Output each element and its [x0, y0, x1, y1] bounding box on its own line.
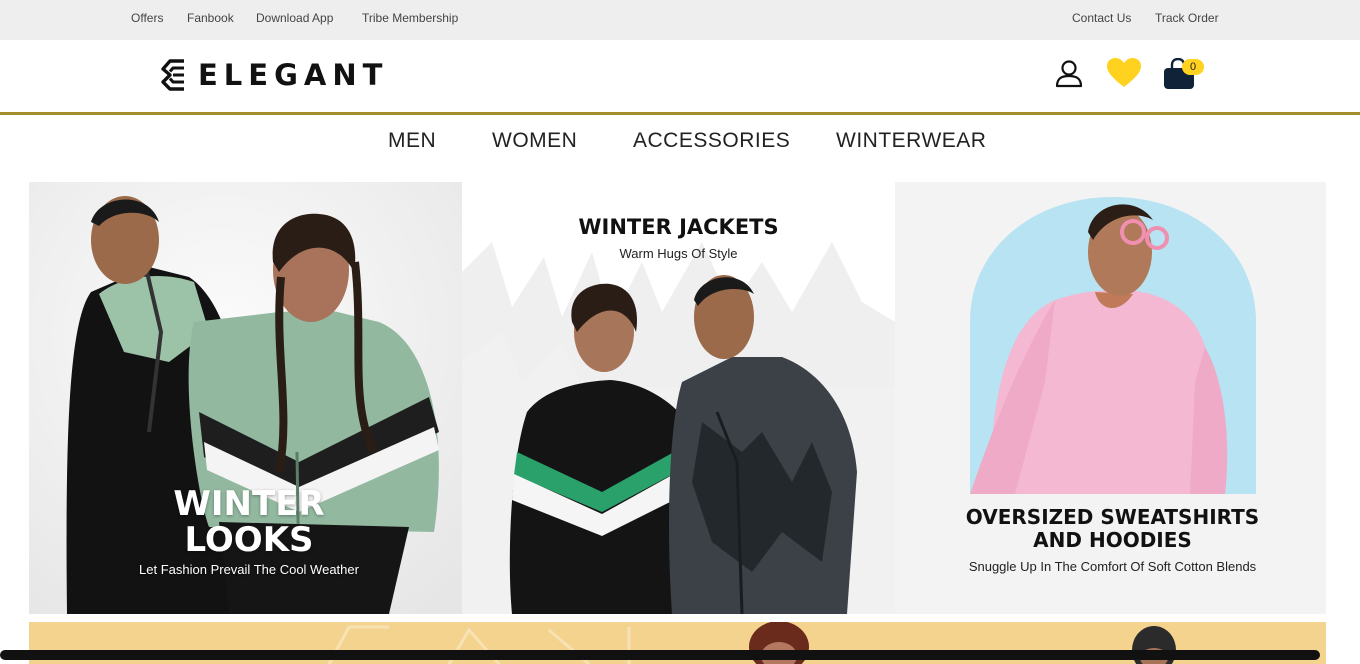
- winter-jackets-subtitle: Warm Hugs Of Style: [619, 246, 738, 261]
- download-app-link[interactable]: Download App: [256, 11, 333, 25]
- oversized-sweatshirts-title: OVERSIZED SWEATSHIRTS AND HOODIES: [895, 506, 1326, 552]
- fanbook-link[interactable]: Fanbook: [187, 11, 234, 25]
- logo-mark-icon: [161, 59, 184, 91]
- site-header: ELEGANT: [0, 40, 1360, 115]
- track-order-link[interactable]: Track Order: [1155, 11, 1219, 25]
- logo-wordmark: ELEGANT: [198, 58, 389, 92]
- heart-icon[interactable]: [1106, 57, 1142, 89]
- oversized-sweatshirts-title-line1: OVERSIZED SWEATSHIRTS: [965, 505, 1260, 529]
- nav-item-men[interactable]: MEN: [388, 129, 436, 153]
- oversized-sweatshirts-subtitle: Snuggle Up In The Comfort Of Soft Cotton…: [968, 559, 1257, 574]
- winter-jackets-title: WINTER JACKETS: [578, 215, 779, 239]
- winter-looks-subtitle: Let Fashion Prevail The Cool Weather: [139, 562, 359, 577]
- top-utility-bar: Offers Fanbook Download App Tribe Member…: [0, 0, 1360, 40]
- banner-winter-jackets[interactable]: WINTER JACKETS Warm Hugs Of Style: [462, 182, 895, 614]
- horizontal-scrollbar[interactable]: [0, 650, 1320, 660]
- nav-item-accessories[interactable]: ACCESSORIES: [633, 129, 790, 153]
- main-navigation: MEN WOMEN ACCESSORIES WINTERWEAR: [0, 118, 1360, 164]
- nav-item-winterwear[interactable]: WINTERWEAR: [836, 129, 986, 153]
- user-icon[interactable]: [1055, 59, 1083, 89]
- winter-looks-title: WINTER LOOKS: [29, 486, 462, 558]
- winter-looks-title-line1: WINTER: [173, 484, 325, 524]
- nav-item-women[interactable]: WOMEN: [492, 129, 577, 153]
- banner-oversized-sweatshirts[interactable]: OVERSIZED SWEATSHIRTS AND HOODIES Snuggl…: [895, 182, 1326, 614]
- oversized-sweatshirts-title-line2: AND HOODIES: [1033, 528, 1192, 552]
- winter-looks-title-line2: LOOKS: [184, 520, 314, 560]
- banner-winter-looks[interactable]: WINTER LOOKS Let Fashion Prevail The Coo…: [29, 182, 462, 614]
- tribe-membership-link[interactable]: Tribe Membership: [362, 11, 458, 25]
- cart-count-badge: 0: [1182, 59, 1204, 75]
- offers-link[interactable]: Offers: [131, 11, 163, 25]
- contact-us-link[interactable]: Contact Us: [1072, 11, 1131, 25]
- site-logo[interactable]: ELEGANT: [158, 56, 388, 94]
